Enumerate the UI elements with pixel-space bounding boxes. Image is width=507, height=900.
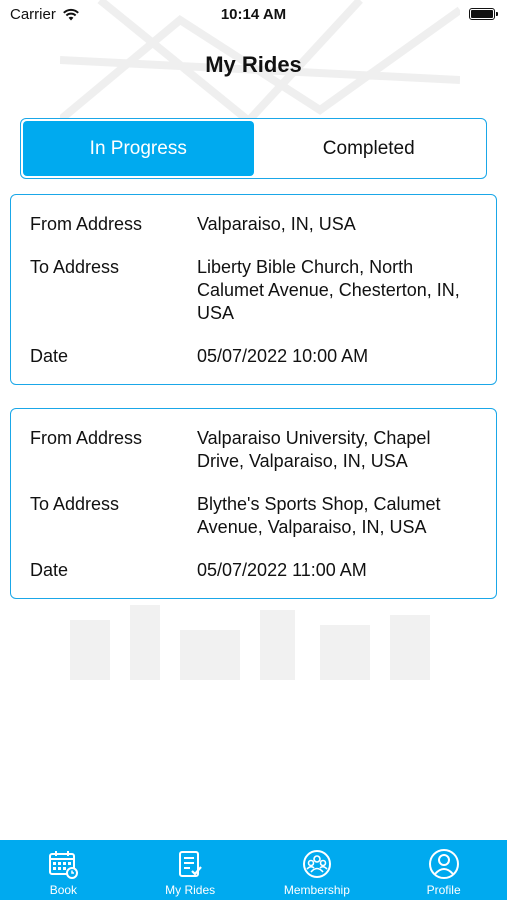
- segment-completed[interactable]: Completed: [254, 121, 485, 176]
- date-row: Date 05/07/2022 11:00 AM: [30, 559, 478, 582]
- date-value: 05/07/2022 10:00 AM: [197, 346, 369, 366]
- tab-profile-label: Profile: [426, 883, 461, 897]
- rides-list-icon: [179, 851, 202, 877]
- tab-membership[interactable]: Membership: [254, 840, 381, 900]
- ride-status-segmented-control: In Progress Completed: [20, 118, 487, 179]
- background-skyline-decoration: [70, 605, 430, 680]
- date-value: 05/07/2022 11:00 AM: [197, 560, 367, 580]
- ride-card[interactable]: From Address Valparaiso University, Chap…: [10, 408, 497, 599]
- date-label: Date: [30, 560, 69, 580]
- tab-my-rides[interactable]: My Rides: [127, 840, 254, 900]
- from-address-label: From Address: [30, 214, 143, 234]
- from-address-label: From Address: [30, 428, 143, 448]
- from-address-row: From Address Valparaiso University, Chap…: [30, 427, 478, 473]
- profile-icon: [428, 849, 459, 879]
- to-address-label: To Address: [30, 494, 120, 514]
- to-address-value: Blythe's Sports Shop, Calumet Avenue, Va…: [197, 494, 441, 537]
- my-rides-screen: Carrier 10:14 AM My Rides In Progress Co…: [0, 0, 507, 900]
- page-title: My Rides: [205, 52, 302, 77]
- status-time: 10:14 AM: [220, 6, 287, 23]
- from-address-row: From Address Valparaiso, IN, USA: [30, 213, 478, 236]
- tab-membership-label: Membership: [283, 883, 350, 897]
- date-row: Date 05/07/2022 10:00 AM: [30, 345, 478, 368]
- tab-book[interactable]: Book: [0, 840, 127, 900]
- to-address-row: To Address Blythe's Sports Shop, Calumet…: [30, 493, 478, 539]
- calendar-icon: [49, 851, 79, 879]
- from-address-value: Valparaiso University, Chapel Drive, Val…: [197, 428, 431, 471]
- bottom-tab-bar: Book My Rides Membership Profile: [0, 840, 507, 900]
- membership-icon: [302, 850, 331, 878]
- segment-in-progress[interactable]: In Progress: [23, 121, 254, 176]
- from-address-value: Valparaiso, IN, USA: [197, 214, 356, 234]
- tab-my-rides-label: My Rides: [165, 883, 216, 897]
- to-address-label: To Address: [30, 257, 120, 277]
- ride-card[interactable]: From Address Valparaiso, IN, USA To Addr…: [10, 194, 497, 385]
- to-address-row: To Address Liberty Bible Church, North C…: [30, 256, 478, 325]
- date-label: Date: [30, 346, 69, 366]
- tab-book-label: Book: [49, 883, 78, 897]
- battery-icon: [469, 8, 498, 20]
- tab-profile[interactable]: Profile: [380, 840, 507, 900]
- status-bar: Carrier 10:14 AM: [0, 0, 507, 30]
- to-address-value: Liberty Bible Church, North Calumet Aven…: [197, 257, 460, 323]
